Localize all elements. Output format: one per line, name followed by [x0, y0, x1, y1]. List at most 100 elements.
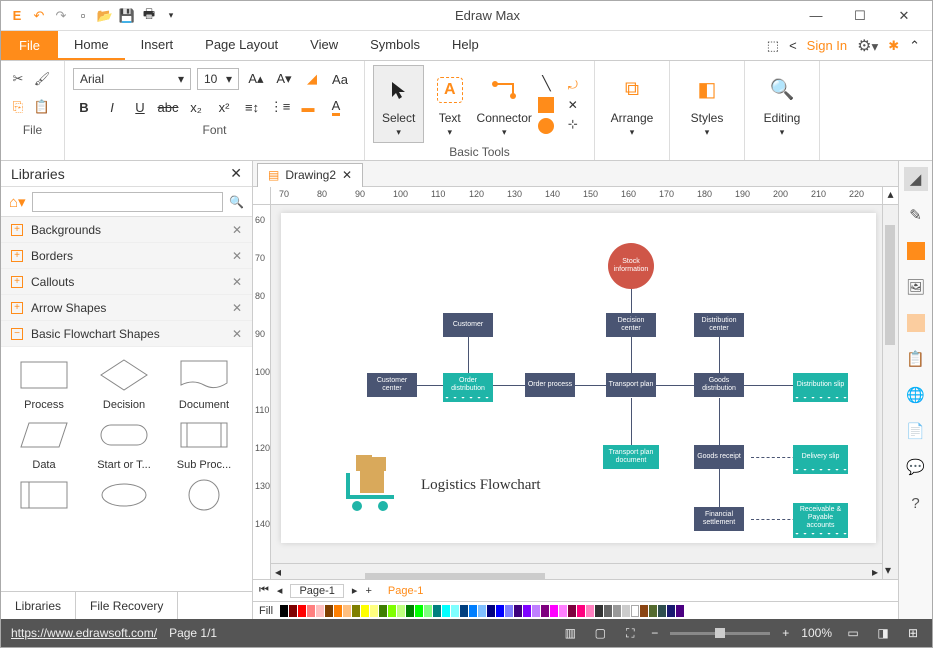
- node-stock[interactable]: Stock information: [608, 243, 654, 289]
- shape-terminator[interactable]: Start or T...: [89, 415, 159, 471]
- tab-symbols[interactable]: Symbols: [354, 31, 436, 60]
- node-order-dist[interactable]: Order distribution: [443, 373, 493, 397]
- redo-icon[interactable]: ↷: [51, 6, 71, 26]
- node-goods-receipt[interactable]: Goods receipt: [694, 445, 744, 469]
- text-tool[interactable]: A Text▾: [424, 65, 475, 143]
- font-size-select[interactable]: 10▾: [197, 68, 239, 90]
- bullets-icon[interactable]: ⋮≡: [269, 96, 291, 118]
- line-spacing-icon[interactable]: ≡↕: [241, 96, 263, 118]
- case-icon[interactable]: Aa: [329, 68, 351, 90]
- node-trans-doc[interactable]: Transport plan document: [603, 445, 659, 469]
- settings-icon[interactable]: ⚙▾: [857, 36, 878, 56]
- shape-subprocess[interactable]: Sub Proc...: [169, 415, 239, 471]
- minimize-icon[interactable]: —: [796, 4, 836, 28]
- italic-icon[interactable]: I: [101, 96, 123, 118]
- strike-icon[interactable]: abc: [157, 96, 179, 118]
- styles-button[interactable]: ◧Styles▾: [678, 65, 736, 143]
- arrange-button[interactable]: ⧉Arrange▾: [603, 65, 661, 143]
- cat-basic-flowchart[interactable]: −Basic Flowchart Shapes✕: [1, 321, 252, 347]
- collapse-ribbon-icon[interactable]: ⌃: [909, 38, 920, 54]
- fit-width-icon[interactable]: ◨: [874, 624, 892, 642]
- shadow-tool-icon[interactable]: [904, 311, 928, 335]
- superscript-icon[interactable]: x²: [213, 96, 235, 118]
- export-icon[interactable]: ⬚: [767, 38, 779, 54]
- connector-tool[interactable]: Connector▾: [475, 65, 533, 143]
- select-tool[interactable]: Select▾: [373, 65, 424, 143]
- misc-tools[interactable]: ⤾✕⊹: [560, 65, 586, 143]
- shape-card[interactable]: [9, 475, 79, 515]
- scroll-left-icon[interactable]: ◂: [271, 565, 285, 579]
- paste-icon[interactable]: 📋: [33, 98, 51, 116]
- shape-circle[interactable]: [169, 475, 239, 515]
- tab-help[interactable]: Help: [436, 31, 495, 60]
- font-family-select[interactable]: Arial▾: [73, 68, 191, 90]
- library-search-input[interactable]: [32, 192, 223, 212]
- shape-process[interactable]: Process: [9, 355, 79, 411]
- tab-home[interactable]: Home: [58, 31, 125, 60]
- shape-ellipse[interactable]: [89, 475, 159, 515]
- node-order-proc[interactable]: Order process: [525, 373, 575, 397]
- node-fin-settle[interactable]: Financial settlement: [694, 507, 744, 531]
- format-painter-icon[interactable]: 🖌: [33, 70, 51, 88]
- clear-format-icon[interactable]: ◢: [301, 68, 323, 90]
- page-nav-next-icon[interactable]: ▸: [352, 584, 358, 597]
- status-url[interactable]: https://www.edrawsoft.com/: [11, 626, 157, 640]
- page-nav-prev-icon[interactable]: ◂: [277, 584, 283, 597]
- zoom-out-icon[interactable]: −: [651, 626, 658, 640]
- page-tab-1[interactable]: Page-1: [290, 584, 343, 598]
- editing-button[interactable]: 🔍Editing▾: [753, 65, 811, 143]
- cat-callouts[interactable]: +Callouts✕: [1, 269, 252, 295]
- scroll-up-icon[interactable]: ▴: [882, 187, 898, 205]
- file-recovery-tab[interactable]: File Recovery: [76, 592, 178, 619]
- shape-data[interactable]: Data: [9, 415, 79, 471]
- comment-icon[interactable]: 💬: [904, 455, 928, 479]
- shape-document[interactable]: Document: [169, 355, 239, 411]
- shape-decision[interactable]: Decision: [89, 355, 159, 411]
- pen-tool-icon[interactable]: ✎: [904, 203, 928, 227]
- grid-icon[interactable]: ⊞: [904, 624, 922, 642]
- cat-borders[interactable]: +Borders✕: [1, 243, 252, 269]
- underline-icon[interactable]: U: [129, 96, 151, 118]
- add-page-icon[interactable]: +: [365, 585, 371, 597]
- node-goods-dist[interactable]: Goods distribution: [694, 373, 744, 397]
- zoom-level[interactable]: 100%: [801, 626, 832, 640]
- cat-arrow-shapes[interactable]: +Arrow Shapes✕: [1, 295, 252, 321]
- node-cust-center[interactable]: Customer center: [367, 373, 417, 397]
- node-trans-plan[interactable]: Transport plan: [606, 373, 656, 397]
- image-tool-icon[interactable]: 🖼: [904, 275, 928, 299]
- increase-font-icon[interactable]: A▴: [245, 68, 267, 90]
- node-dec-center[interactable]: Decision center: [606, 313, 656, 337]
- qat-dropdown-icon[interactable]: ▾: [161, 6, 181, 26]
- close-icon[interactable]: ✕: [884, 4, 924, 28]
- node-delivery-slip[interactable]: Delivery slip: [793, 445, 848, 469]
- fill-tool-icon[interactable]: ◢: [904, 167, 928, 191]
- view-fullscreen-icon[interactable]: ⛶: [621, 624, 639, 642]
- node-recv-pay[interactable]: Receivable & Payable accounts: [793, 503, 848, 533]
- cut-icon[interactable]: ✂: [9, 70, 27, 88]
- open-icon[interactable]: 📂: [95, 6, 115, 26]
- shape-fill-icon[interactable]: [904, 239, 928, 263]
- libraries-tab[interactable]: Libraries: [1, 592, 76, 619]
- view-normal-icon[interactable]: ▥: [561, 624, 579, 642]
- zoom-slider[interactable]: [670, 632, 770, 635]
- node-customer[interactable]: Customer: [443, 313, 493, 337]
- libraries-close-icon[interactable]: ✕: [230, 165, 242, 182]
- home-icon[interactable]: ⌂▾: [9, 193, 26, 211]
- help-icon[interactable]: ?: [904, 491, 928, 515]
- search-icon[interactable]: 🔍: [229, 195, 244, 209]
- web-icon[interactable]: 🌐: [904, 383, 928, 407]
- tab-page-layout[interactable]: Page Layout: [189, 31, 294, 60]
- clipboard-icon[interactable]: 📋: [904, 347, 928, 371]
- document-tab[interactable]: ▤Drawing2✕: [257, 163, 363, 187]
- cat-backgrounds[interactable]: +Backgrounds✕: [1, 217, 252, 243]
- decrease-font-icon[interactable]: A▾: [273, 68, 295, 90]
- new-icon[interactable]: ▫: [73, 6, 93, 26]
- highlight-icon[interactable]: ▬: [297, 96, 319, 118]
- node-dist-center[interactable]: Distribution center: [694, 313, 744, 337]
- sign-in-link[interactable]: Sign In: [807, 38, 847, 53]
- note-icon[interactable]: 📄: [904, 419, 928, 443]
- zoom-in-icon[interactable]: +: [782, 626, 789, 640]
- tab-insert[interactable]: Insert: [125, 31, 190, 60]
- save-icon[interactable]: 💾: [117, 6, 137, 26]
- undo-icon[interactable]: ↶: [29, 6, 49, 26]
